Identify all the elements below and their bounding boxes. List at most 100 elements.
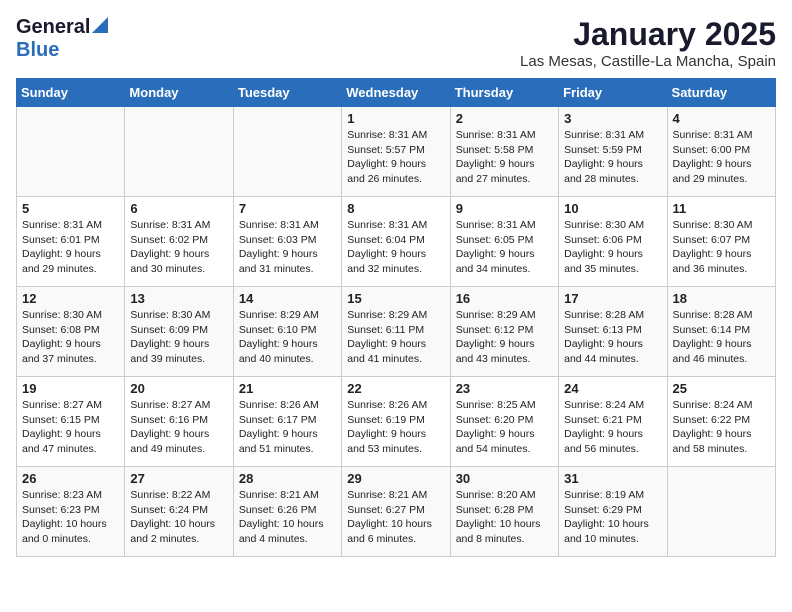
day-number: 30 [456, 471, 553, 486]
location-title: Las Mesas, Castille-La Mancha, Spain [520, 53, 776, 70]
logo-arrow-icon [92, 17, 108, 38]
calendar-cell: 28 Sunrise: 8:21 AM Sunset: 6:26 PM Dayli… [233, 467, 341, 557]
calendar-cell: 24Sunrise: 8:24 AM Sunset: 6:21 PM Dayli… [559, 377, 667, 467]
day-number: 23 [456, 381, 553, 396]
month-title: January 2025 [520, 16, 776, 53]
calendar-cell: 8 Sunrise: 8:31 AM Sunset: 6:04 PM Daylig… [342, 197, 450, 287]
day-info: Sunrise: 8:24 AM Sunset: 6:22 PM Dayligh… [673, 398, 770, 457]
day-number: 24 [564, 381, 661, 396]
day-info: Sunrise: 8:31 AM Sunset: 6:04 PM Dayligh… [347, 218, 444, 277]
day-number: 21 [239, 381, 336, 396]
calendar-cell: 22Sunrise: 8:26 AM Sunset: 6:19 PM Dayli… [342, 377, 450, 467]
calendar-cell: 19 Sunrise: 8:27 AM Sunset: 6:15 PM Dayli… [17, 377, 125, 467]
day-number: 3 [564, 111, 661, 126]
day-number: 8 [347, 201, 444, 216]
day-info: Sunrise: 8:22 AM Sunset: 6:24 PM Dayligh… [130, 488, 227, 547]
day-number: 31 [564, 471, 661, 486]
calendar-cell: 9Sunrise: 8:31 AM Sunset: 6:05 PM Daylig… [450, 197, 558, 287]
calendar-cell: 1 Sunrise: 8:31 AM Sunset: 5:57 PM Daylig… [342, 107, 450, 197]
calendar-cell: 13 Sunrise: 8:30 AM Sunset: 6:09 PM Dayli… [125, 287, 233, 377]
header-cell-thursday: Thursday [450, 79, 558, 107]
day-number: 14 [239, 291, 336, 306]
day-number: 22 [347, 381, 444, 396]
header-cell-wednesday: Wednesday [342, 79, 450, 107]
day-number: 28 [239, 471, 336, 486]
calendar-cell: 25 Sunrise: 8:24 AM Sunset: 6:22 PM Dayli… [667, 377, 775, 467]
day-info: Sunrise: 8:31 AM Sunset: 6:00 PM Dayligh… [673, 128, 770, 187]
calendar-cell: 3 Sunrise: 8:31 AM Sunset: 5:59 PM Daylig… [559, 107, 667, 197]
day-number: 27 [130, 471, 227, 486]
header-cell-monday: Monday [125, 79, 233, 107]
header-cell-friday: Friday [559, 79, 667, 107]
header-cell-tuesday: Tuesday [233, 79, 341, 107]
calendar-table: SundayMondayTuesdayWednesdayThursdayFrid… [16, 78, 776, 557]
day-info: Sunrise: 8:29 AM Sunset: 6:11 PM Dayligh… [347, 308, 444, 367]
day-info: Sunrise: 8:29 AM Sunset: 6:12 PM Dayligh… [456, 308, 553, 367]
day-info: Sunrise: 8:31 AM Sunset: 6:03 PM Dayligh… [239, 218, 336, 277]
day-info: Sunrise: 8:25 AM Sunset: 6:20 PM Dayligh… [456, 398, 553, 457]
calendar-cell: 31 Sunrise: 8:19 AM Sunset: 6:29 PM Dayli… [559, 467, 667, 557]
day-info: Sunrise: 8:30 AM Sunset: 6:09 PM Dayligh… [130, 308, 227, 367]
header-row: SundayMondayTuesdayWednesdayThursdayFrid… [17, 79, 776, 107]
calendar-cell: 4 Sunrise: 8:31 AM Sunset: 6:00 PM Daylig… [667, 107, 775, 197]
day-info: Sunrise: 8:27 AM Sunset: 6:16 PM Dayligh… [130, 398, 227, 457]
day-number: 12 [22, 291, 119, 306]
day-number: 7 [239, 201, 336, 216]
calendar-cell: 17Sunrise: 8:28 AM Sunset: 6:13 PM Dayli… [559, 287, 667, 377]
title-area: January 2025 Las Mesas, Castille-La Manc… [520, 16, 776, 70]
day-number: 29 [347, 471, 444, 486]
day-number: 5 [22, 201, 119, 216]
day-number: 9 [456, 201, 553, 216]
day-info: Sunrise: 8:27 AM Sunset: 6:15 PM Dayligh… [22, 398, 119, 457]
calendar-cell [233, 107, 341, 197]
day-info: Sunrise: 8:30 AM Sunset: 6:07 PM Dayligh… [673, 218, 770, 277]
calendar-cell: 26Sunrise: 8:23 AM Sunset: 6:23 PM Dayli… [17, 467, 125, 557]
day-info: Sunrise: 8:31 AM Sunset: 5:59 PM Dayligh… [564, 128, 661, 187]
day-number: 1 [347, 111, 444, 126]
day-number: 25 [673, 381, 770, 396]
day-info: Sunrise: 8:19 AM Sunset: 6:29 PM Dayligh… [564, 488, 661, 547]
day-info: Sunrise: 8:21 AM Sunset: 6:26 PM Dayligh… [239, 488, 336, 547]
day-info: Sunrise: 8:31 AM Sunset: 6:02 PM Dayligh… [130, 218, 227, 277]
logo-blue-text: Blue [16, 39, 59, 61]
calendar-cell: 18Sunrise: 8:28 AM Sunset: 6:14 PM Dayli… [667, 287, 775, 377]
day-info: Sunrise: 8:20 AM Sunset: 6:28 PM Dayligh… [456, 488, 553, 547]
day-number: 4 [673, 111, 770, 126]
calendar-cell: 30 Sunrise: 8:20 AM Sunset: 6:28 PM Dayli… [450, 467, 558, 557]
day-info: Sunrise: 8:30 AM Sunset: 6:08 PM Dayligh… [22, 308, 119, 367]
day-number: 17 [564, 291, 661, 306]
calendar-cell: 6 Sunrise: 8:31 AM Sunset: 6:02 PM Daylig… [125, 197, 233, 287]
calendar-week-4: 19 Sunrise: 8:27 AM Sunset: 6:15 PM Dayli… [17, 377, 776, 467]
header: General Blue January 2025 Las Mesas, Cas… [16, 16, 776, 70]
calendar-cell: 12 Sunrise: 8:30 AM Sunset: 6:08 PM Dayli… [17, 287, 125, 377]
day-number: 11 [673, 201, 770, 216]
calendar-cell: 29 Sunrise: 8:21 AM Sunset: 6:27 PM Dayli… [342, 467, 450, 557]
logo-general-text: General [16, 16, 90, 39]
day-info: Sunrise: 8:31 AM Sunset: 5:58 PM Dayligh… [456, 128, 553, 187]
calendar-cell: 14 Sunrise: 8:29 AM Sunset: 6:10 PM Dayli… [233, 287, 341, 377]
day-info: Sunrise: 8:28 AM Sunset: 6:14 PM Dayligh… [673, 308, 770, 367]
calendar-cell [125, 107, 233, 197]
day-number: 10 [564, 201, 661, 216]
day-info: Sunrise: 8:29 AM Sunset: 6:10 PM Dayligh… [239, 308, 336, 367]
day-number: 19 [22, 381, 119, 396]
day-info: Sunrise: 8:26 AM Sunset: 6:17 PM Dayligh… [239, 398, 336, 457]
day-number: 20 [130, 381, 227, 396]
calendar-cell: 20 Sunrise: 8:27 AM Sunset: 6:16 PM Dayli… [125, 377, 233, 467]
day-number: 6 [130, 201, 227, 216]
day-number: 26 [22, 471, 119, 486]
day-info: Sunrise: 8:21 AM Sunset: 6:27 PM Dayligh… [347, 488, 444, 547]
calendar-cell [17, 107, 125, 197]
calendar-cell: 2 Sunrise: 8:31 AM Sunset: 5:58 PM Daylig… [450, 107, 558, 197]
calendar-week-1: 1 Sunrise: 8:31 AM Sunset: 5:57 PM Daylig… [17, 107, 776, 197]
day-info: Sunrise: 8:31 AM Sunset: 5:57 PM Dayligh… [347, 128, 444, 187]
calendar-cell: 21 Sunrise: 8:26 AM Sunset: 6:17 PM Dayli… [233, 377, 341, 467]
calendar-cell: 11 Sunrise: 8:30 AM Sunset: 6:07 PM Dayli… [667, 197, 775, 287]
day-number: 15 [347, 291, 444, 306]
day-number: 2 [456, 111, 553, 126]
day-number: 13 [130, 291, 227, 306]
day-info: Sunrise: 8:31 AM Sunset: 6:01 PM Dayligh… [22, 218, 119, 277]
calendar-cell: 5 Sunrise: 8:31 AM Sunset: 6:01 PM Daylig… [17, 197, 125, 287]
calendar-cell: 27 Sunrise: 8:22 AM Sunset: 6:24 PM Dayli… [125, 467, 233, 557]
calendar-cell [667, 467, 775, 557]
